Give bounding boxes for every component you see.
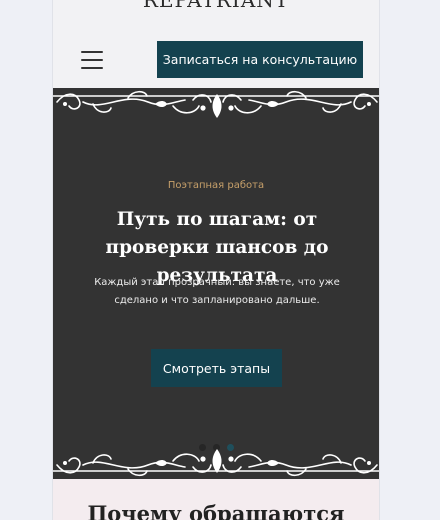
hero-slider: Поэтапная работа Путь по шагам: от прове…	[53, 88, 379, 479]
consultation-button[interactable]: Записаться на консультацию	[157, 41, 363, 78]
why-us-section: Почему обращаются	[53, 479, 379, 520]
view-steps-button[interactable]: Смотреть этапы	[151, 349, 282, 387]
hero-eyebrow: Поэтапная работа	[167, 180, 265, 191]
menu-line	[81, 67, 103, 69]
site-logo[interactable]: REPATRIANT	[53, 0, 379, 12]
ornament-top-icon	[53, 88, 379, 122]
section-title: Почему обращаются	[87, 501, 345, 520]
hamburger-menu-icon[interactable]	[81, 51, 103, 69]
mobile-page-frame: REPATRIANT Записаться на консультацию По…	[52, 0, 380, 520]
menu-line	[81, 59, 103, 61]
ornament-bottom-icon	[53, 445, 379, 479]
menu-line	[81, 51, 103, 53]
hero-description: Каждый этап прозрачный: вы знаете, что у…	[94, 277, 340, 306]
